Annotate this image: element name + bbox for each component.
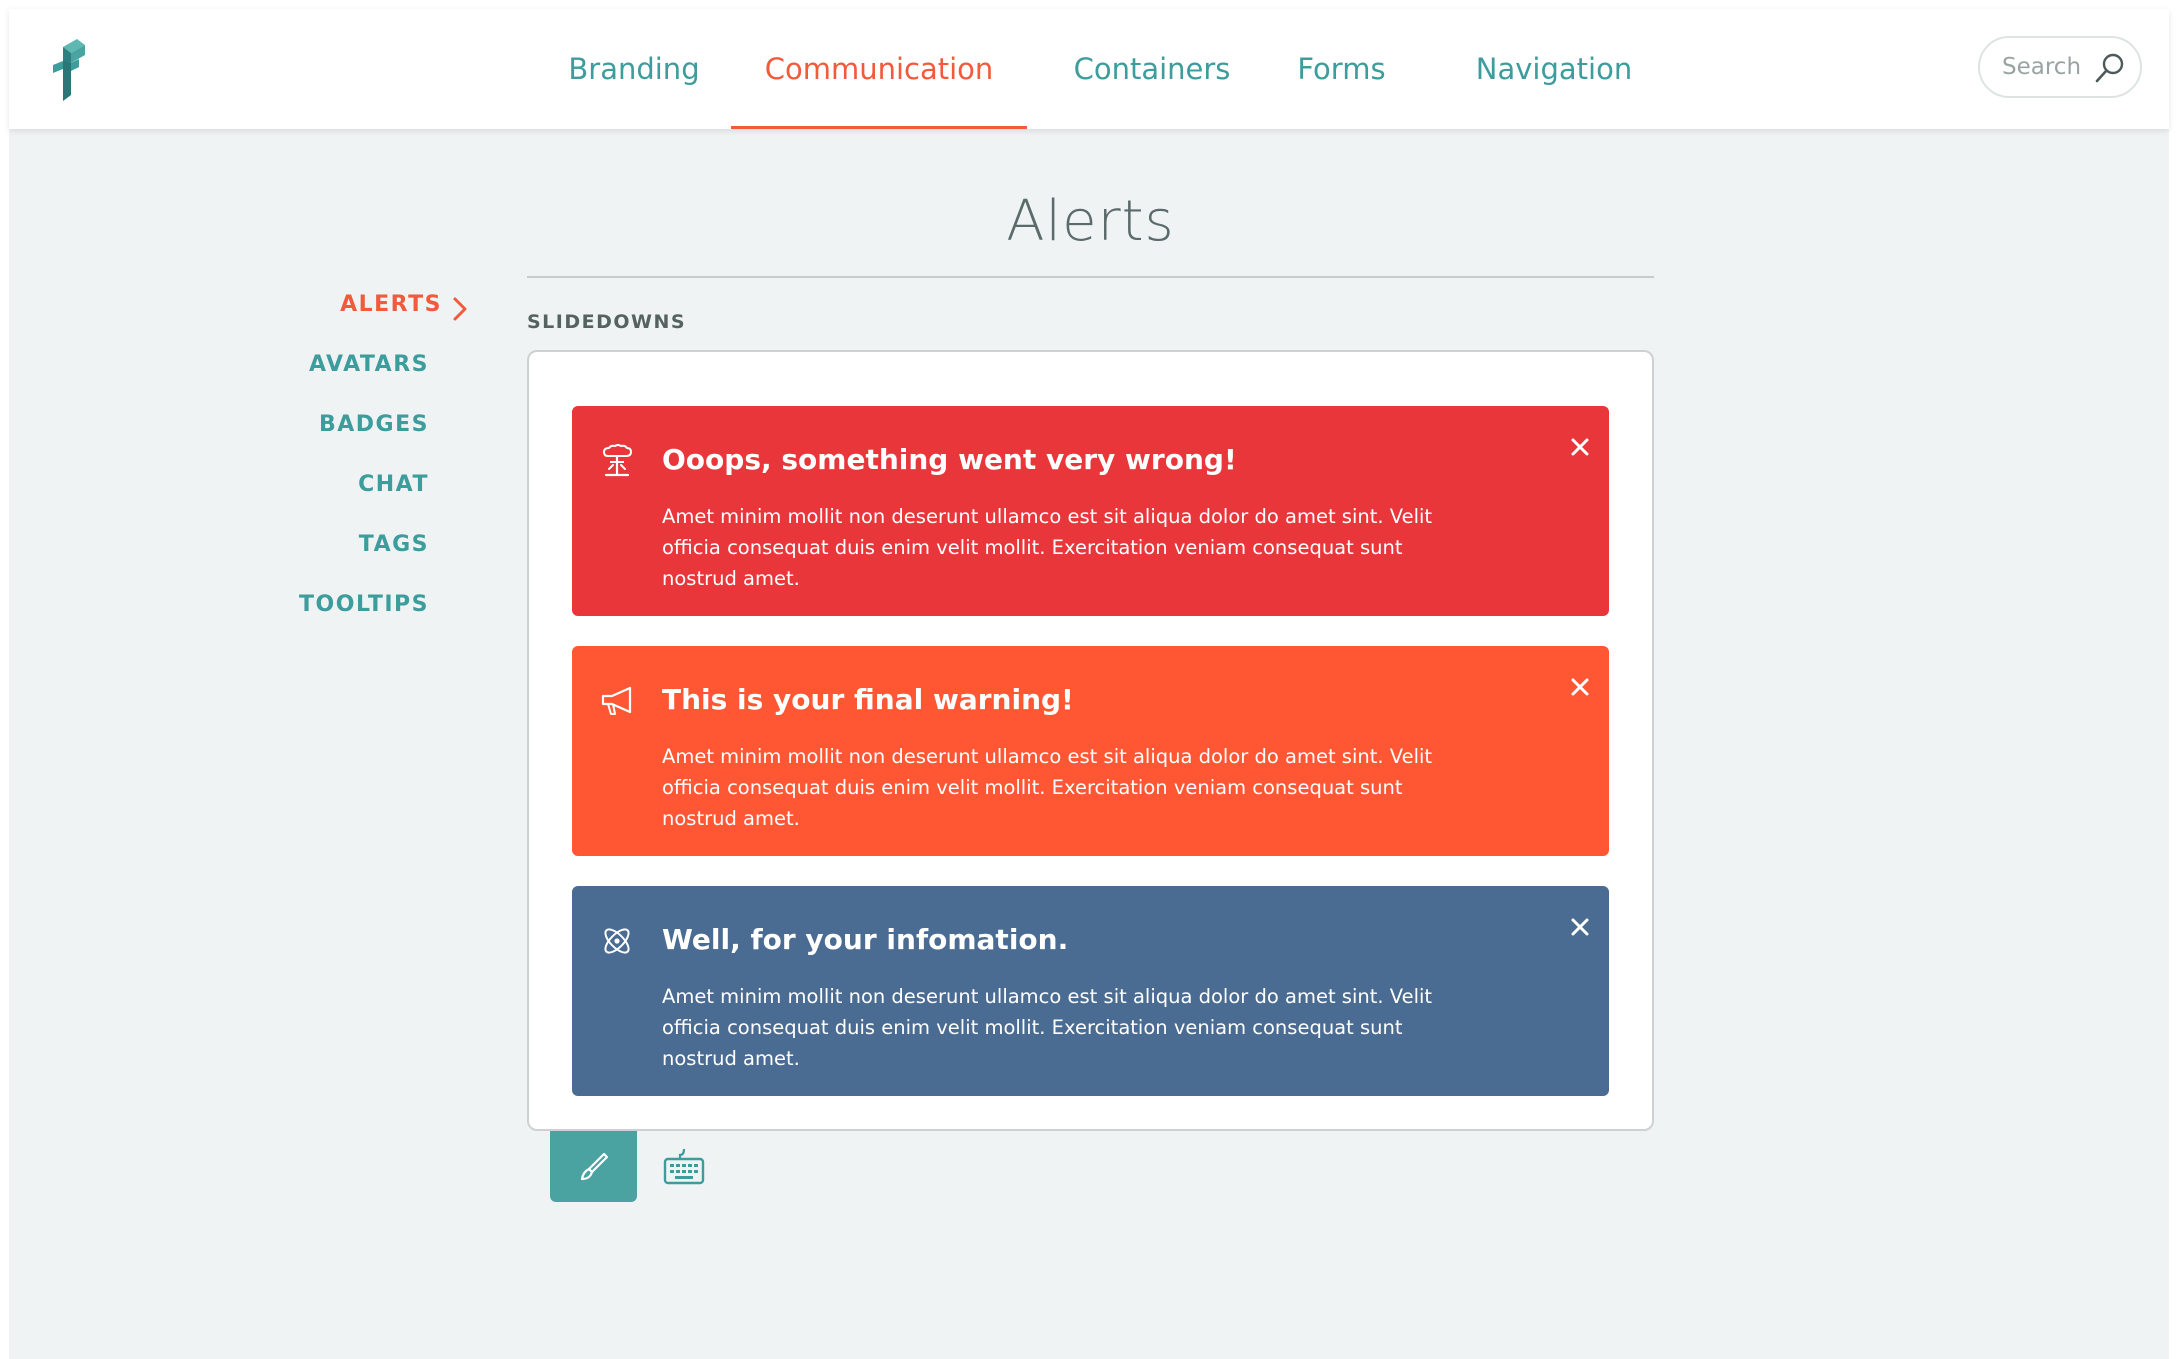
nav-navigation[interactable]: Navigation [1474,9,1634,129]
sidebar-item-badges[interactable]: BADGES [319,412,429,437]
nav-containers[interactable]: Containers [1072,9,1232,129]
search-icon[interactable] [2094,52,2126,84]
keyboard-icon[interactable] [662,1147,706,1187]
nav-forms[interactable]: Forms [1294,9,1389,129]
alert-warning: This is your final warning! Amet minim m… [572,646,1609,856]
section-label: SLIDEDOWNS [527,311,687,333]
example-card: Ooops, something went very wrong! Amet m… [527,350,1654,1131]
sidebar-item-chat[interactable]: CHAT [358,472,429,497]
close-icon[interactable] [1567,674,1593,700]
sidebar-item-alerts[interactable]: ALERTS [340,292,442,317]
design-tab[interactable] [550,1131,637,1202]
alert-body: Amet minim mollit non deserunt ullamco e… [662,985,1433,1070]
search-input[interactable] [2002,48,2098,86]
close-icon[interactable] [1567,914,1593,940]
alert-title: This is your final warning! [662,683,1074,716]
alert-title: Ooops, something went very wrong! [662,443,1237,476]
sidebar-item-avatars[interactable]: AVATARS [309,352,429,377]
megaphone-icon [601,686,632,715]
chevron-right-icon [453,297,467,321]
alert-error: Ooops, something went very wrong! Amet m… [572,406,1609,616]
close-icon[interactable] [1567,434,1593,460]
top-header: Branding Communication Containers Forms … [9,9,2169,129]
nav-branding[interactable]: Branding [564,9,704,129]
alert-body: Amet minim mollit non deserunt ullamco e… [662,505,1433,590]
page-title: Alerts [1006,189,1175,254]
nav-communication[interactable]: Communication [731,9,1027,129]
sidebar-item-tooltips[interactable]: TOOLTIPS [299,592,429,617]
alert-body: Amet minim mollit non deserunt ullamco e… [662,745,1433,830]
alert-info: Well, for your infomation. Amet minim mo… [572,886,1609,1096]
title-divider [527,276,1654,278]
brush-icon [580,1152,609,1181]
alert-title: Well, for your infomation. [662,923,1069,956]
app-frame: Branding Communication Containers Forms … [9,9,2169,1359]
logo-icon[interactable] [49,37,89,101]
explosion-icon [602,444,633,477]
search-box [1978,36,2142,98]
atom-icon [604,928,630,954]
sidebar-item-tags[interactable]: TAGS [359,532,429,557]
